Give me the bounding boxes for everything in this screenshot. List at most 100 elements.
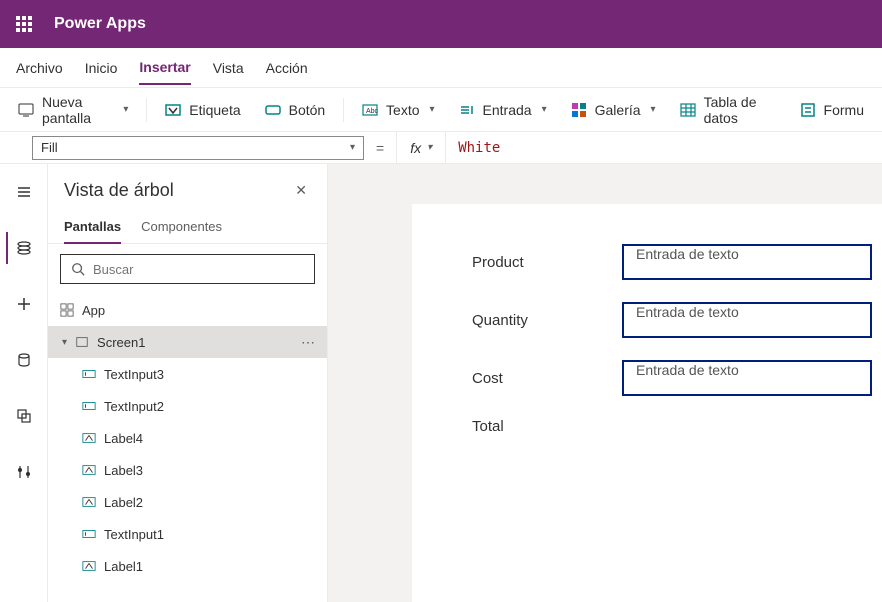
tree-item[interactable]: Label3 [48, 454, 327, 486]
equals-label: = [364, 140, 396, 156]
fx-button[interactable]: fx ▾ [396, 132, 446, 164]
product-input[interactable]: Entrada de texto [622, 244, 872, 280]
tree-item-label: TextInput2 [104, 399, 164, 414]
button-button[interactable]: Botón [255, 96, 336, 124]
cost-input[interactable]: Entrada de texto [622, 360, 872, 396]
textinput-icon [82, 367, 96, 381]
chevron-down-icon: ▾ [430, 104, 435, 115]
menu-insertar[interactable]: Insertar [139, 51, 190, 85]
text-button[interactable]: Abc Texto ▾ [352, 96, 445, 124]
textinput-icon [82, 527, 96, 541]
table-icon [680, 102, 696, 118]
menu-inicio[interactable]: Inicio [85, 52, 118, 84]
label-icon [82, 495, 96, 509]
form-row-cost: Cost Entrada de texto [472, 360, 882, 396]
product-label[interactable]: Product [472, 254, 622, 271]
form-row-total: Total [472, 418, 882, 435]
tools-icon[interactable] [8, 456, 40, 488]
tree-item[interactable]: TextInput1 [48, 518, 327, 550]
tree-item[interactable]: Label1 [48, 550, 327, 582]
close-icon[interactable]: ✕ [291, 178, 311, 203]
tree-item-label: Label1 [104, 559, 143, 574]
media-icon[interactable] [8, 400, 40, 432]
datatable-button-label: Tabla de datos [704, 94, 776, 126]
button-button-label: Botón [289, 102, 326, 118]
tree-item[interactable]: TextInput3 [48, 358, 327, 390]
tree-item[interactable]: Label4 [48, 422, 327, 454]
hamburger-icon[interactable] [8, 176, 40, 208]
app-icon [60, 303, 74, 317]
form-button[interactable]: Formu [790, 96, 874, 124]
tree-app-row[interactable]: App [48, 294, 327, 326]
cost-label[interactable]: Cost [472, 370, 622, 387]
input-button[interactable]: Entrada ▾ [449, 96, 557, 124]
screen-icon [18, 102, 34, 118]
tree-item[interactable]: TextInput2 [48, 390, 327, 422]
tree-list: App ▾ Screen1 ⋯ TextInput3 TextInput2 La… [48, 294, 327, 602]
input-icon [459, 102, 475, 118]
label-button-label: Etiqueta [189, 102, 240, 118]
tree-item-label: TextInput3 [104, 367, 164, 382]
quantity-input[interactable]: Entrada de texto [622, 302, 872, 338]
formula-bar: Fill ▾ = fx ▾ White [0, 132, 882, 164]
menu-archivo[interactable]: Archivo [16, 52, 63, 84]
tab-screens[interactable]: Pantallas [64, 211, 121, 244]
left-rail [0, 164, 48, 602]
app-title: Power Apps [54, 15, 146, 33]
new-screen-label: Nueva pantalla [42, 94, 113, 126]
chevron-down-icon[interactable]: ▾ [62, 337, 67, 348]
menu-accion[interactable]: Acción [266, 52, 308, 84]
formula-value[interactable]: White [446, 140, 500, 156]
button-icon [265, 102, 281, 118]
form-button-label: Formu [824, 102, 864, 118]
canvas-area: Product Entrada de texto Quantity Entrad… [328, 164, 882, 602]
svg-text:Abc: Abc [366, 108, 378, 115]
canvas[interactable]: Product Entrada de texto Quantity Entrad… [412, 204, 882, 602]
tree-panel: Vista de árbol ✕ Pantallas Componentes A… [48, 164, 328, 602]
chevron-down-icon: ▾ [651, 104, 656, 115]
gallery-button[interactable]: Galería ▾ [561, 96, 666, 124]
tree-item-label: Label3 [104, 463, 143, 478]
menubar: Archivo Inicio Insertar Vista Acción [0, 48, 882, 88]
menu-vista[interactable]: Vista [213, 52, 244, 84]
tree-item-label: Label2 [104, 495, 143, 510]
tree-item[interactable]: Label2 [48, 486, 327, 518]
form-row-quantity: Quantity Entrada de texto [472, 302, 882, 338]
form-icon [800, 102, 816, 118]
gallery-icon [571, 102, 587, 118]
label-button[interactable]: Etiqueta [155, 96, 250, 124]
tree-title: Vista de árbol [64, 180, 174, 201]
tree-screen-row[interactable]: ▾ Screen1 ⋯ [48, 326, 327, 358]
search-icon [71, 262, 85, 276]
label-icon [165, 102, 181, 118]
more-icon[interactable]: ⋯ [301, 334, 315, 351]
add-icon[interactable] [8, 288, 40, 320]
new-screen-button[interactable]: Nueva pantalla ▾ [8, 88, 138, 132]
property-value: Fill [41, 140, 58, 155]
chevron-down-icon: ▾ [427, 142, 432, 153]
divider [343, 98, 344, 122]
label-icon [82, 463, 96, 477]
tree-item-label: TextInput1 [104, 527, 164, 542]
screen-icon [75, 335, 89, 349]
tree-view-icon[interactable] [6, 232, 40, 264]
waffle-icon[interactable] [0, 0, 48, 48]
gallery-button-label: Galería [595, 102, 641, 118]
text-icon: Abc [362, 102, 378, 118]
chevron-down-icon: ▾ [350, 142, 355, 153]
property-dropdown[interactable]: Fill ▾ [32, 136, 364, 160]
label-icon [82, 559, 96, 573]
total-label[interactable]: Total [472, 418, 622, 435]
input-button-label: Entrada [483, 102, 532, 118]
fx-label: fx [410, 140, 421, 156]
chevron-down-icon: ▾ [542, 104, 547, 115]
tab-components[interactable]: Componentes [141, 211, 222, 243]
quantity-label[interactable]: Quantity [472, 312, 622, 329]
data-icon[interactable] [8, 344, 40, 376]
label-icon [82, 431, 96, 445]
textinput-icon [82, 399, 96, 413]
tree-app-label: App [82, 303, 105, 318]
search-field[interactable] [93, 262, 304, 277]
datatable-button[interactable]: Tabla de datos [670, 88, 786, 132]
search-input[interactable] [60, 254, 315, 284]
